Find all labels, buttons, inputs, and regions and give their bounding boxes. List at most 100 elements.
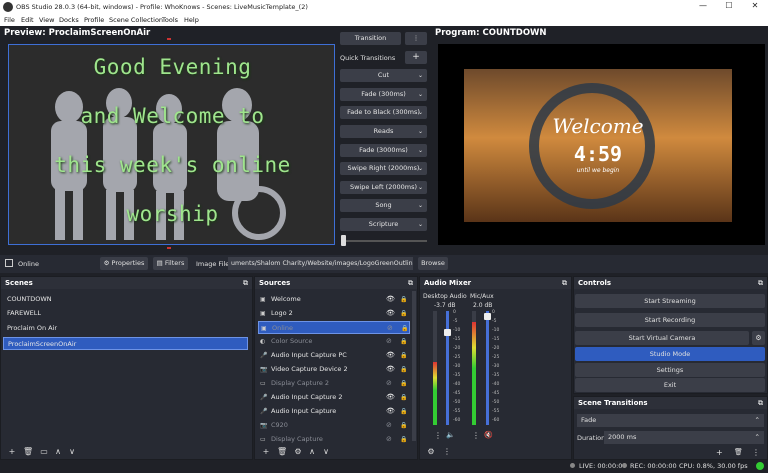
properties-button[interactable]: ⚙ Properties: [100, 257, 148, 270]
mic-aux-menu-icon[interactable]: ⋮: [472, 431, 480, 440]
start-streaming-button[interactable]: Start Streaming: [575, 294, 765, 308]
source-item[interactable]: 📷 C920 ⊘ 🔒: [258, 419, 410, 432]
menu-view[interactable]: View: [39, 16, 54, 24]
quick-transition-fade-3000[interactable]: Fade (3000ms) ⌄: [340, 144, 427, 157]
quick-transition-scripture[interactable]: Scripture ⌄: [340, 218, 427, 231]
duration-field[interactable]: 2000 ms ⌃: [604, 431, 764, 444]
filters-button[interactable]: ▤ Filters: [153, 257, 188, 270]
quick-transition-fade-300[interactable]: Fade (300ms) ⌄: [340, 88, 427, 101]
mic-aux-fader-track[interactable]: [486, 311, 489, 425]
menu-tools[interactable]: Tools: [162, 16, 178, 24]
speaker-icon[interactable]: 🔈: [446, 431, 455, 439]
trash-icon[interactable]: 🗑: [23, 447, 33, 457]
settings-button[interactable]: Settings: [575, 363, 765, 377]
transition-menu-button[interactable]: ⋮: [405, 32, 427, 45]
move-down-icon[interactable]: ∨: [321, 447, 331, 457]
trash-icon[interactable]: 🗑: [734, 448, 743, 456]
lock-icon[interactable]: 🔒: [400, 405, 407, 418]
eye-hidden-icon[interactable]: ⊘: [387, 322, 393, 335]
maximize-button[interactable]: ☐: [716, 1, 742, 13]
mixer-settings-icon[interactable]: ⚙: [426, 447, 436, 457]
menu-profile[interactable]: Profile: [84, 16, 104, 24]
move-up-icon[interactable]: ∧: [53, 447, 63, 457]
transition-slider-track[interactable]: [343, 240, 427, 242]
quick-transition-song[interactable]: Song ⌄: [340, 199, 427, 212]
eye-hidden-icon[interactable]: ⊘: [386, 419, 392, 432]
undock-icon[interactable]: ⧉: [758, 397, 763, 409]
mixer-menu-icon[interactable]: ⋮: [442, 447, 452, 457]
eye-icon[interactable]: 👁: [386, 307, 395, 320]
transition-menu-icon[interactable]: ⋮: [752, 448, 760, 457]
eye-hidden-icon[interactable]: ⊘: [386, 335, 392, 348]
add-transition-icon[interactable]: +: [716, 448, 723, 457]
lock-icon[interactable]: 🔒: [400, 377, 407, 390]
desktop-audio-fader-handle[interactable]: [444, 329, 451, 336]
quick-transition-swipe-right[interactable]: Swipe Right (2000ms) ⌄: [340, 162, 427, 175]
lock-icon[interactable]: 🔒: [400, 349, 407, 362]
transition-button[interactable]: Transition: [340, 32, 401, 45]
eye-hidden-icon[interactable]: ⊘: [386, 377, 392, 390]
source-item[interactable]: ▭ Display Capture 2 ⊘ 🔒: [258, 377, 410, 390]
quick-transition-reads[interactable]: Reads ⌄: [340, 125, 427, 138]
eye-icon[interactable]: 👁: [386, 363, 395, 376]
source-item[interactable]: 🎤 Audio Input Capture 👁 🔒: [258, 405, 410, 418]
preview-canvas[interactable]: Good Evening and Welcome to this week's …: [8, 44, 335, 245]
lock-icon[interactable]: 🔒: [401, 322, 408, 335]
move-down-icon[interactable]: ∨: [67, 447, 77, 457]
menu-edit[interactable]: Edit: [21, 16, 34, 24]
quick-transition-swipe-left[interactable]: Swipe Left (2000ms) ⌄: [340, 181, 427, 194]
lock-icon[interactable]: 🔒: [400, 307, 407, 320]
gear-icon[interactable]: ⚙: [293, 447, 303, 457]
lock-icon[interactable]: 🔒: [400, 419, 407, 432]
lock-icon[interactable]: 🔒: [400, 335, 407, 348]
undock-icon[interactable]: ⧉: [562, 277, 567, 289]
undock-icon[interactable]: ⧉: [408, 277, 413, 289]
start-recording-button[interactable]: Start Recording: [575, 313, 765, 327]
eye-icon[interactable]: 👁: [386, 391, 395, 404]
scene-item-proclaim-screen-on-air[interactable]: ProclaimScreenOnAir: [3, 337, 248, 350]
trash-icon[interactable]: 🗑: [277, 447, 287, 457]
menu-scene-collection[interactable]: Scene Collection: [109, 16, 163, 24]
undock-icon[interactable]: ⧉: [758, 277, 763, 289]
source-item[interactable]: 🎤 Audio Input Capture PC 👁 🔒: [258, 349, 410, 362]
browse-button[interactable]: Browse: [418, 257, 448, 270]
source-item[interactable]: 📷 Video Capture Device 2 👁 🔒: [258, 363, 410, 376]
source-item[interactable]: ▣ Logo 2 👁 🔒: [258, 307, 410, 320]
scene-menu-icon[interactable]: ▭: [39, 447, 49, 457]
eye-icon[interactable]: 👁: [386, 349, 395, 362]
scene-item-countdown[interactable]: COUNTDOWN: [3, 293, 250, 306]
image-file-path-field[interactable]: uments/Shalom Charity/Website/images/Log…: [228, 257, 413, 270]
quick-transition-fade-black[interactable]: Fade to Black (300ms) ⌄: [340, 106, 427, 119]
lock-icon[interactable]: 🔒: [400, 293, 407, 306]
lock-icon[interactable]: 🔒: [400, 363, 407, 376]
source-item[interactable]: ▣ Online ⊘ 🔒: [258, 321, 410, 334]
move-up-icon[interactable]: ∧: [307, 447, 317, 457]
muted-speaker-icon[interactable]: 🔇: [484, 431, 493, 439]
mic-aux-fader-handle[interactable]: [484, 313, 491, 320]
scene-item-farewell[interactable]: FAREWELL: [3, 307, 250, 320]
exit-button[interactable]: Exit: [575, 378, 765, 392]
menu-docks[interactable]: Docks: [59, 16, 79, 24]
undock-icon[interactable]: ⧉: [243, 277, 248, 289]
menu-help[interactable]: Help: [184, 16, 199, 24]
source-item[interactable]: ◐ Color Source ⊘ 🔒: [258, 335, 410, 348]
source-item[interactable]: ▣ Welcome 👁 🔒: [258, 293, 410, 306]
source-item[interactable]: 🎤 Audio Input Capture 2 👁 🔒: [258, 391, 410, 404]
add-quick-transition-button[interactable]: +: [405, 51, 427, 64]
close-button[interactable]: ✕: [742, 1, 768, 13]
eye-icon[interactable]: 👁: [386, 293, 395, 306]
gear-icon[interactable]: ⚙: [752, 331, 765, 345]
start-virtual-camera-button[interactable]: Start Virtual Camera: [575, 331, 749, 345]
transition-slider-handle[interactable]: [341, 235, 346, 246]
lock-icon[interactable]: 🔒: [400, 391, 407, 404]
desktop-audio-menu-icon[interactable]: ⋮: [434, 431, 442, 440]
minimize-button[interactable]: —: [690, 1, 716, 13]
add-scene-icon[interactable]: +: [7, 447, 17, 457]
sources-scrollbar[interactable]: [412, 291, 416, 441]
menu-file[interactable]: File: [4, 16, 15, 24]
transition-select[interactable]: Fade ⌃: [577, 414, 764, 427]
studio-mode-button[interactable]: Studio Mode: [575, 347, 765, 361]
scene-item-proclaim-on-air[interactable]: Proclaim On Air: [3, 322, 250, 335]
add-source-icon[interactable]: +: [261, 447, 271, 457]
quick-transition-cut[interactable]: Cut ⌄: [340, 69, 427, 82]
